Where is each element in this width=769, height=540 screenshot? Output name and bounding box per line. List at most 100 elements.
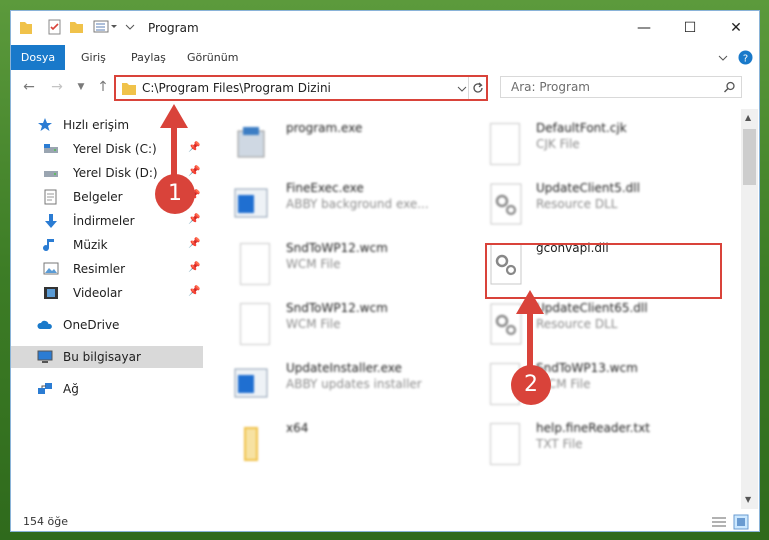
file-type: WCM File	[286, 257, 341, 271]
pictures-icon	[43, 262, 59, 275]
file-name: SndToWP12.wcm	[286, 241, 388, 255]
file-item[interactable]: SndToWP12.wcm WCM File	[214, 299, 444, 355]
chevron-down-icon[interactable]	[456, 83, 468, 95]
nav-item-network[interactable]: Ağ	[11, 378, 203, 400]
music-icon	[43, 239, 54, 252]
file-list: program.exe FineExec.exe ABBY background…	[214, 109, 738, 509]
nav-item-label: Resimler	[73, 262, 126, 276]
folder-icon	[122, 83, 136, 95]
back-button[interactable]: ←	[19, 77, 39, 97]
nav-item-videos[interactable]: Videolar 📌	[11, 282, 203, 304]
search-icon[interactable]	[723, 81, 736, 94]
new-folder-icon[interactable]	[69, 19, 85, 35]
maximize-button[interactable]: ☐	[667, 11, 713, 45]
drive-icon	[44, 144, 58, 153]
nav-item-pictures[interactable]: Resimler 📌	[11, 258, 203, 280]
file-name: UpdateInstaller.exe	[286, 361, 402, 375]
customize-toolbar-icon[interactable]	[93, 19, 119, 35]
search-input[interactable]: Ara: Program	[500, 76, 742, 98]
file-name: FineExec.exe	[286, 181, 364, 195]
tab-giris[interactable]: Giriş	[81, 45, 106, 70]
address-path: C:\Program Files\Program Dizini	[142, 81, 331, 95]
file-item[interactable]: DefaultFont.cjk CJK File	[452, 119, 682, 175]
document-icon	[490, 123, 520, 165]
file-type: Resource DLL	[536, 197, 618, 211]
callout-badge-1: 1	[155, 174, 195, 214]
refresh-icon[interactable]	[471, 81, 485, 95]
close-button[interactable]: ✕	[713, 11, 759, 45]
recent-locations-button[interactable]: ▼	[71, 77, 91, 97]
large-icons-view-icon[interactable]	[733, 514, 749, 530]
chevron-down-icon[interactable]	[717, 52, 729, 64]
nav-item-label: Hızlı erişim	[63, 118, 130, 132]
folder-icon	[20, 22, 32, 34]
window-title: Program	[148, 21, 199, 35]
nav-item-music[interactable]: Müzik 📌	[11, 234, 203, 256]
scroll-up-icon[interactable]: ▲	[745, 113, 751, 122]
pin-icon: 📌	[188, 262, 201, 273]
file-name: x64	[286, 421, 309, 435]
file-item[interactable]: x64	[214, 419, 444, 475]
file-name: help.fineReader.txt	[536, 421, 650, 435]
pin-icon: 📌	[188, 238, 201, 249]
scroll-down-icon[interactable]: ▼	[745, 495, 751, 504]
file-type: ABBY updates installer	[286, 377, 422, 391]
details-view-icon[interactable]	[711, 515, 727, 529]
file-item[interactable]: UpdateClient65.dll Resource DLL	[452, 299, 682, 355]
computer-icon	[37, 350, 53, 363]
document-icon	[240, 243, 270, 285]
search-placeholder: Ara: Program	[511, 80, 590, 94]
minimize-button[interactable]: —	[621, 11, 667, 45]
file-item[interactable]: UpdateInstaller.exe ABBY updates install…	[214, 359, 444, 415]
tab-paylas[interactable]: Paylaş	[131, 45, 166, 70]
forward-button[interactable]: →	[47, 77, 67, 97]
file-item[interactable]: program.exe	[214, 119, 444, 175]
nav-item-label: Belgeler	[73, 190, 123, 204]
nav-item-label: OneDrive	[63, 318, 120, 332]
file-type: ABBY background exe...	[286, 197, 429, 211]
nav-item-label: Yerel Disk (C:)	[73, 142, 157, 156]
file-item[interactable]: FineExec.exe ABBY background exe...	[214, 179, 444, 235]
nav-item-label: Ağ	[63, 382, 79, 396]
vertical-scrollbar[interactable]: ▲ ▼	[741, 109, 758, 509]
file-type: TXT File	[536, 437, 583, 451]
file-name: SndToWP12.wcm	[286, 301, 388, 315]
chevron-down-icon[interactable]	[124, 19, 136, 35]
tab-dosya[interactable]: Dosya	[11, 45, 65, 70]
title-bar: Program — ☐ ✕	[11, 11, 759, 45]
document-icon	[490, 423, 520, 465]
nav-item-label: İndirmeler	[73, 214, 135, 228]
download-icon	[45, 214, 57, 228]
status-bar: 154 öğe	[11, 511, 759, 531]
application-icon	[234, 188, 268, 218]
scrollbar-thumb[interactable]	[743, 129, 756, 185]
file-item[interactable]: SndToWP12.wcm WCM File	[214, 239, 444, 295]
star-icon	[38, 118, 52, 131]
nav-item-label: Yerel Disk (D:)	[73, 166, 158, 180]
up-button[interactable]: ↑	[93, 77, 113, 97]
file-item[interactable]: help.fineReader.txt TXT File	[452, 419, 682, 475]
nav-item-onedrive[interactable]: OneDrive	[11, 314, 203, 336]
dll-gear-icon	[490, 183, 522, 225]
properties-icon[interactable]	[47, 19, 63, 35]
help-icon[interactable]: ?	[738, 50, 753, 65]
file-type: WCM File	[286, 317, 341, 331]
exe-icon	[237, 127, 265, 158]
tab-gorunum[interactable]: Görünüm	[187, 45, 238, 70]
file-name: DefaultFont.cjk	[536, 121, 627, 135]
pin-icon: 📌	[188, 286, 201, 297]
cloud-icon	[37, 320, 52, 329]
file-name: program.exe	[286, 121, 363, 135]
callout-badge-2: 2	[511, 365, 551, 405]
folder-icon	[244, 427, 258, 461]
svg-text:?: ?	[743, 54, 748, 65]
ribbon-tabs: Dosya Giriş Paylaş Görünüm ?	[11, 45, 759, 70]
file-type: CJK File	[536, 137, 580, 151]
file-item[interactable]: UpdateClient5.dll Resource DLL	[452, 179, 682, 235]
file-item[interactable]: SndToWP13.wcm WCM File	[452, 359, 682, 415]
document-icon	[240, 303, 270, 345]
videos-icon	[44, 287, 58, 299]
item-count: 154 öğe	[23, 515, 68, 528]
nav-item-this-pc[interactable]: Bu bilgisayar	[11, 346, 203, 368]
nav-item-label: Müzik	[73, 238, 108, 252]
